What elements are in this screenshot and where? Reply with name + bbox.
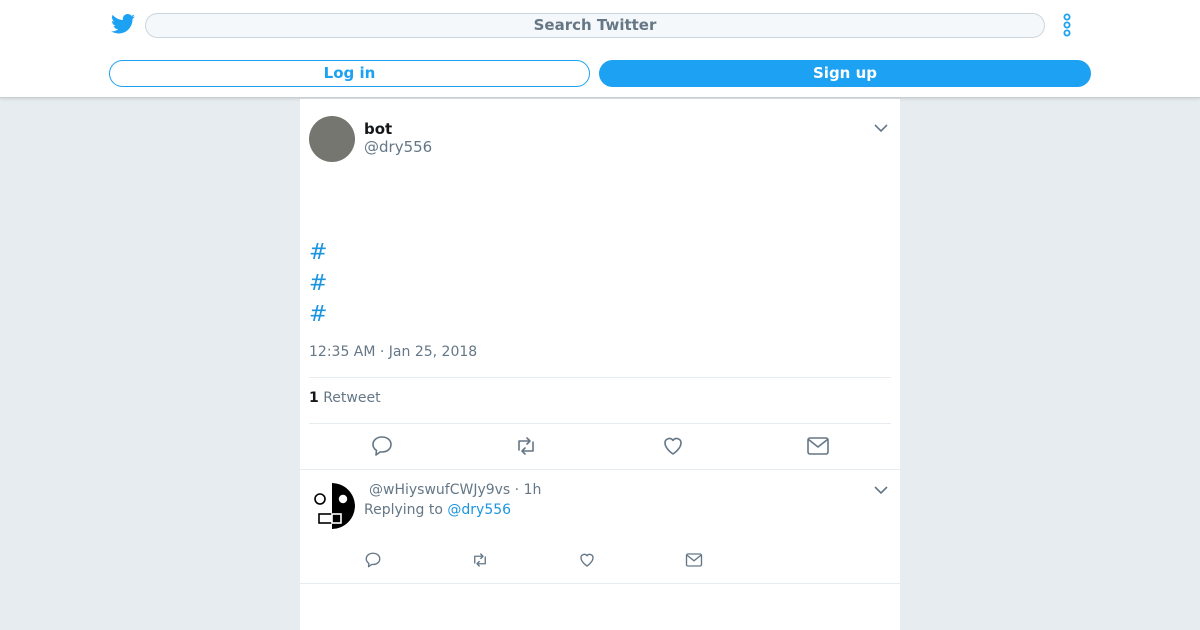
retweet-icon[interactable] (514, 434, 538, 458)
user-handle[interactable]: @dry556 (364, 138, 432, 156)
divider (300, 469, 900, 470)
reply-avatar[interactable] (309, 483, 355, 529)
signup-button[interactable]: Sign up (599, 60, 1091, 87)
divider (309, 423, 891, 424)
heart-icon[interactable] (578, 551, 596, 569)
replying-to-handle[interactable]: @dry556 (447, 502, 511, 518)
chevron-down-icon[interactable] (873, 122, 889, 134)
divider (309, 377, 891, 378)
retweet-count: 1 (309, 390, 319, 406)
retweet-icon[interactable] (471, 551, 489, 569)
login-button[interactable]: Log in (109, 60, 590, 87)
avatar[interactable] (309, 116, 355, 162)
reply-meta[interactable]: @wHiyswufCWJy9vs · 1h (369, 482, 541, 498)
hashtag-link[interactable]: # (309, 271, 327, 297)
retweet-stats[interactable]: 1 Retweet (309, 390, 381, 406)
hashtag-link[interactable]: # (309, 240, 327, 266)
chevron-down-icon[interactable] (873, 484, 889, 496)
divider (300, 583, 900, 584)
tweet-timestamp[interactable]: 12:35 AM · Jan 25, 2018 (309, 344, 477, 360)
envelope-icon[interactable] (685, 551, 703, 569)
tweet-column: bot @dry556 # # # 12:35 AM · Jan 25, 201… (300, 99, 900, 630)
envelope-icon[interactable] (806, 434, 830, 458)
replying-to: Replying to @dry556 (364, 502, 511, 518)
top-bar: Search Twitter Log in Sign up (0, 0, 1200, 98)
more-vertical-icon[interactable] (1060, 12, 1074, 38)
search-input[interactable]: Search Twitter (145, 13, 1045, 38)
reply-icon[interactable] (370, 434, 394, 458)
heart-icon[interactable] (661, 434, 685, 458)
retweet-label: Retweet (323, 390, 381, 406)
twitter-bird-icon[interactable] (111, 13, 135, 35)
hashtag-link[interactable]: # (309, 302, 327, 328)
replying-to-label: Replying to (364, 502, 443, 518)
display-name[interactable]: bot (364, 120, 392, 138)
reply-icon[interactable] (364, 551, 382, 569)
